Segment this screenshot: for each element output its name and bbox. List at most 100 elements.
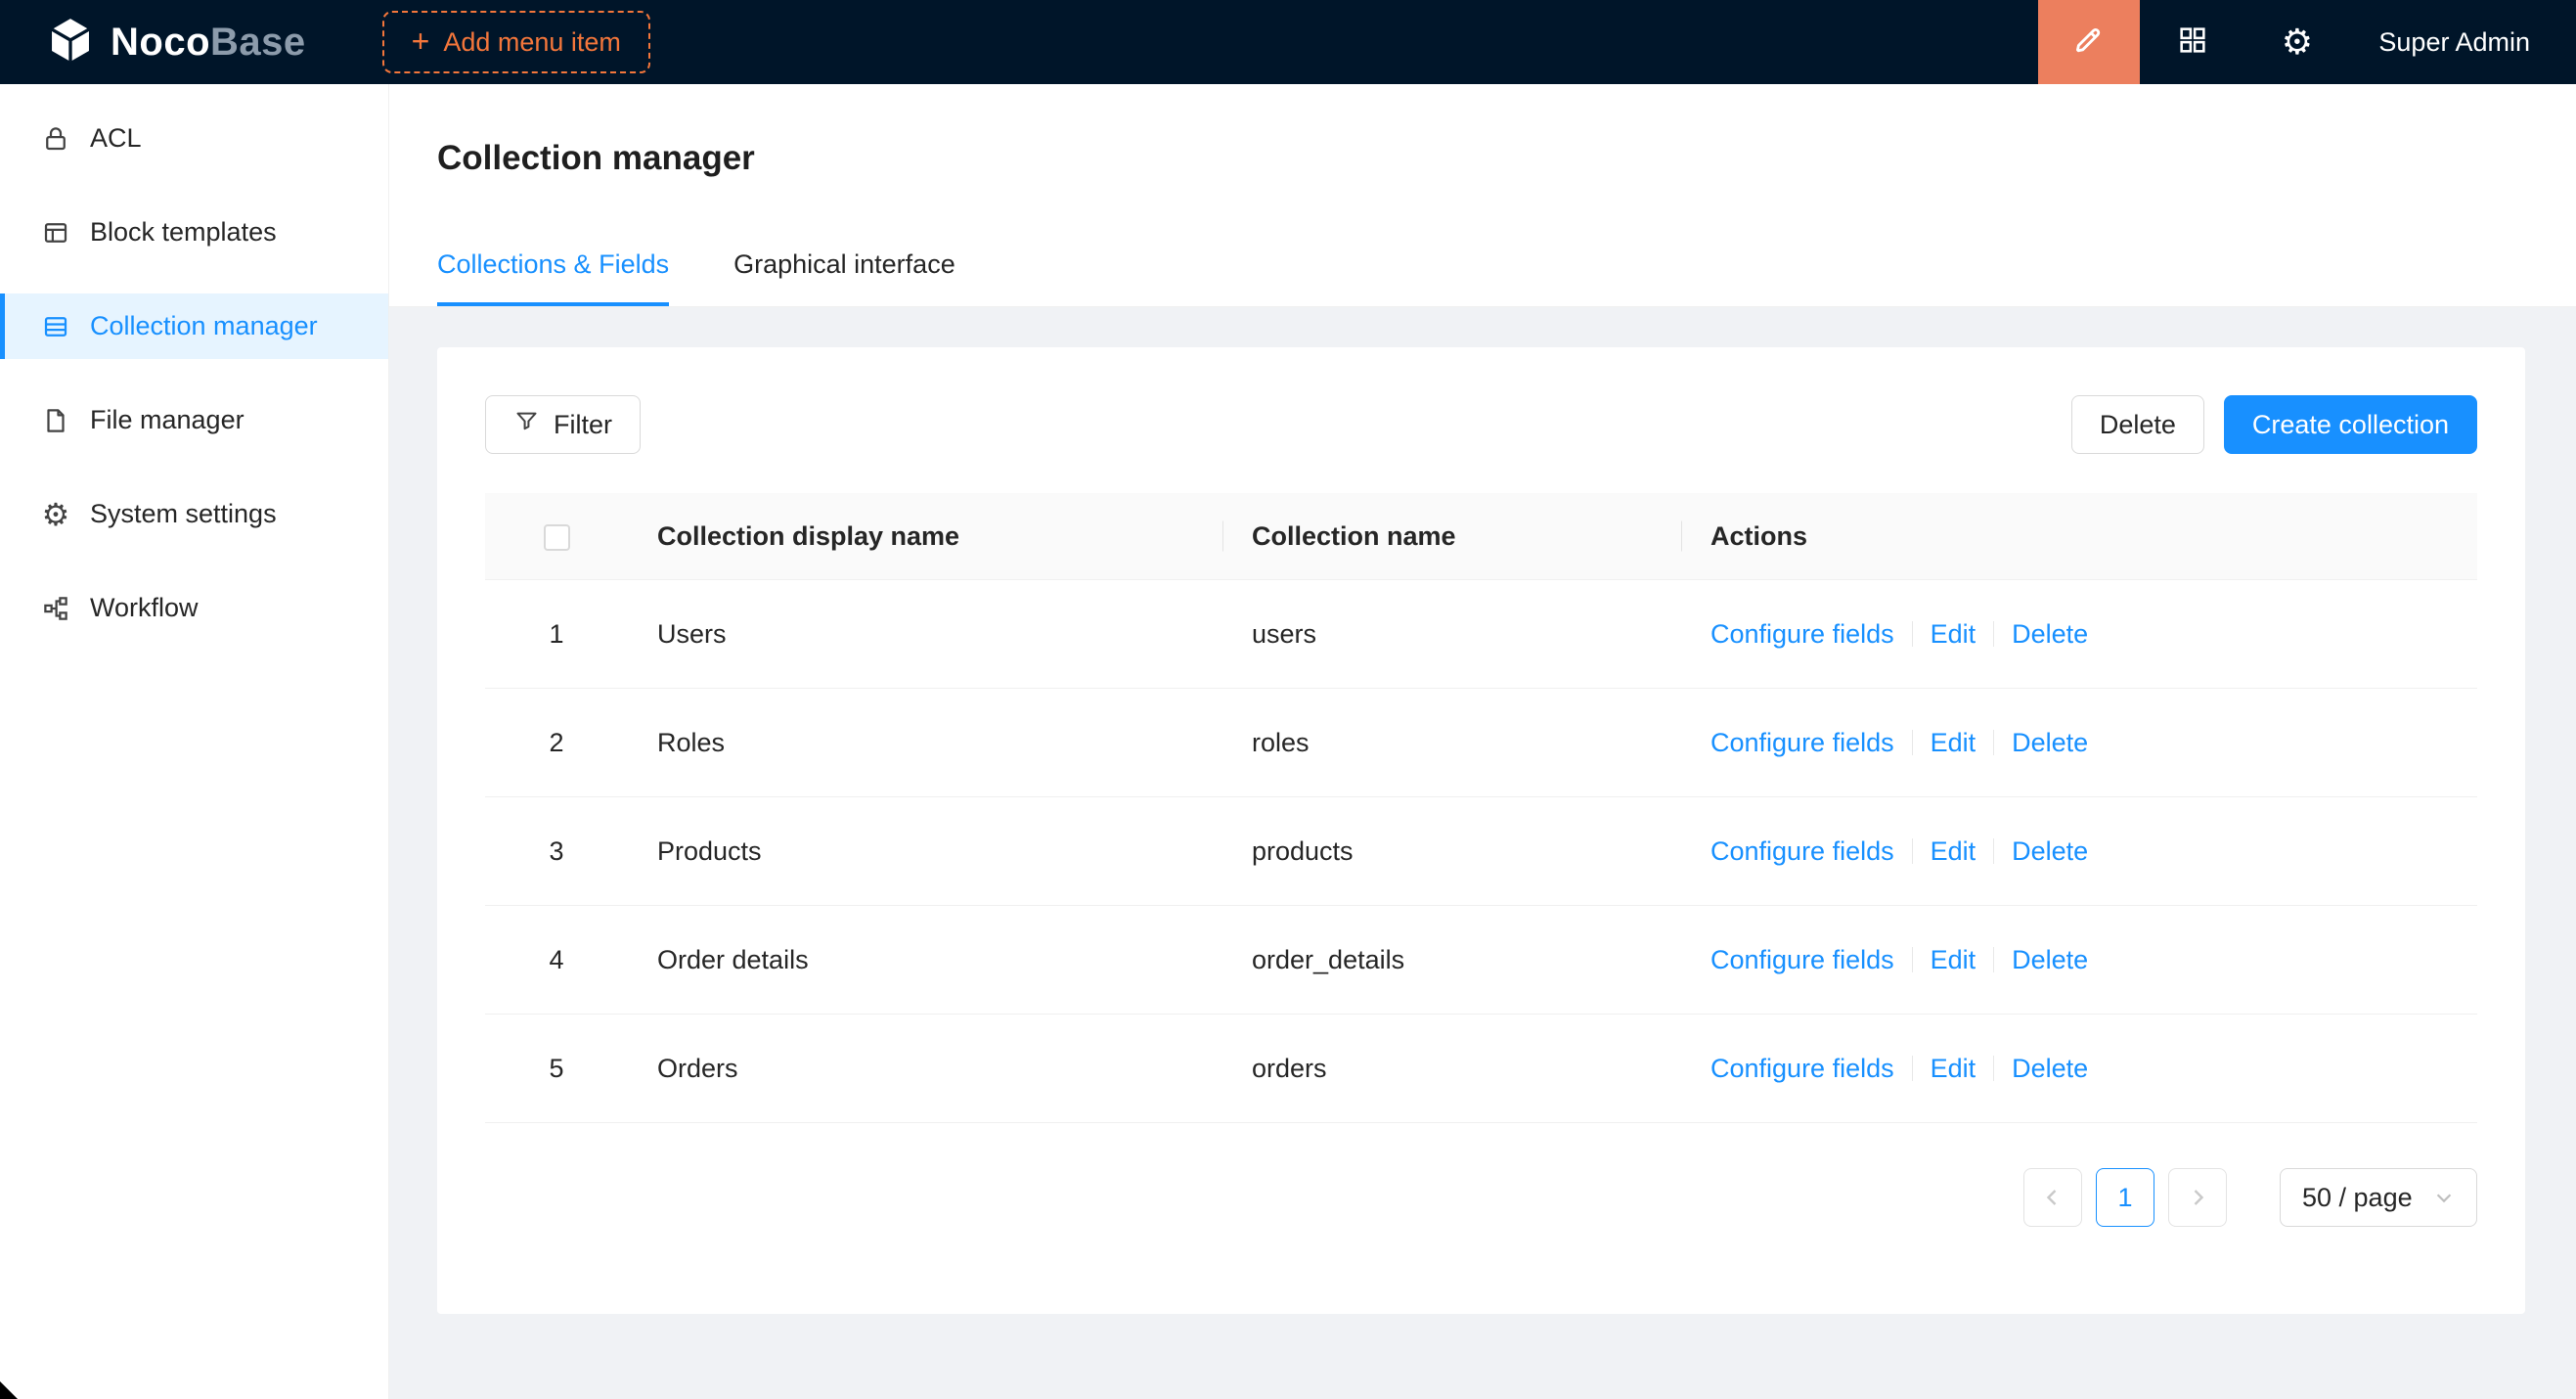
row-index: 3 [485,836,628,867]
delete-link[interactable]: Delete [2012,945,2088,975]
page-size-select[interactable]: 50 / page [2280,1168,2477,1227]
content-area: Filter Delete Create collection Collecti… [389,307,2576,1314]
sidebar-item-label: Block templates [90,217,277,248]
pagination: 1 50 / page [485,1168,2477,1227]
collections-card: Filter Delete Create collection Collecti… [437,347,2525,1314]
configure-fields-link[interactable]: Configure fields [1710,945,1894,975]
main-area: Collection manager Collections & Fields … [389,84,2576,1399]
page-size-value: 50 / page [2302,1183,2413,1213]
configure-fields-link[interactable]: Configure fields [1710,836,1894,867]
delete-link[interactable]: Delete [2012,1054,2088,1084]
gear-icon: ⚙ [2282,24,2313,60]
workflow-icon [41,594,70,623]
collection-display-name: Roles [628,728,1222,758]
divider [1993,730,1994,755]
nocobase-logo[interactable]: NocoBase [0,16,306,69]
table-row: 5 Orders orders Configure fields Edit De… [485,1015,2477,1123]
sidebar-item-workflow[interactable]: Workflow [0,575,388,641]
system-settings-button[interactable]: ⚙ [2244,0,2349,84]
divider [1993,838,1994,864]
collection-display-name: Users [628,619,1222,650]
screen-corner-artifact [0,1381,18,1399]
chevron-left-icon [2041,1186,2065,1209]
sidebar-item-label: Workflow [90,593,199,623]
sidebar-item-block-templates[interactable]: Block templates [0,200,388,265]
delete-link[interactable]: Delete [2012,836,2088,867]
filter-button-label: Filter [554,410,612,440]
sidebar-item-label: Collection manager [90,311,318,341]
table-icon [41,312,70,341]
chevron-down-icon [2433,1187,2455,1208]
app-header: NocoBase + Add menu item [0,0,2576,84]
filter-funnel-icon [513,408,540,441]
current-user-menu[interactable]: Super Admin [2378,27,2530,58]
configure-fields-link[interactable]: Configure fields [1710,1054,1894,1084]
ui-editor-button[interactable] [2038,0,2140,84]
tab-bar: Collections & Fields Graphical interface [437,248,2576,306]
delete-link[interactable]: Delete [2012,619,2088,650]
sidebar-item-file-manager[interactable]: File manager [0,387,388,453]
header-actions: Actions [1681,521,2477,552]
edit-link[interactable]: Edit [1931,945,1976,975]
row-index: 4 [485,945,628,975]
highlighter-pen-icon [2070,22,2108,64]
collection-name: orders [1222,1054,1681,1084]
divider [1912,838,1913,864]
delete-link[interactable]: Delete [2012,728,2088,758]
page-head: Collection manager Collections & Fields … [389,84,2576,307]
divider [1993,1056,1994,1081]
plus-icon: + [412,25,430,57]
create-collection-button[interactable]: Create collection [2224,395,2477,454]
sidebar-item-system-settings[interactable]: ⚙ System settings [0,481,388,547]
layout-icon [41,218,70,248]
tab-collections-and-fields[interactable]: Collections & Fields [437,248,669,306]
edit-link[interactable]: Edit [1931,619,1976,650]
edit-link[interactable]: Edit [1931,836,1976,867]
lock-icon [41,124,70,154]
header-right-cluster: ⚙ Super Admin [2038,0,2576,84]
gear-icon: ⚙ [41,500,70,529]
divider [1912,947,1913,972]
table-row: 2 Roles roles Configure fields Edit Dele… [485,689,2477,797]
page-title: Collection manager [437,138,2576,179]
sidebar-item-acl[interactable]: ACL [0,106,388,171]
tab-graphical-interface[interactable]: Graphical interface [733,248,955,306]
collection-display-name: Order details [628,945,1222,975]
row-index: 1 [485,619,628,650]
configure-fields-link[interactable]: Configure fields [1710,728,1894,758]
sidebar-item-label: ACL [90,123,142,154]
row-index: 5 [485,1054,628,1084]
table-row: 1 Users users Configure fields Edit Dele… [485,580,2477,689]
add-menu-item-button[interactable]: + Add menu item [382,11,650,73]
sidebar-item-label: System settings [90,499,277,529]
collection-display-name: Orders [628,1054,1222,1084]
delete-button[interactable]: Delete [2071,395,2204,454]
collection-display-name: Products [628,836,1222,867]
nocobase-cube-icon [46,16,95,69]
card-toolbar: Filter Delete Create collection [485,395,2477,454]
plugins-grid-button[interactable] [2140,0,2244,84]
divider [1912,730,1913,755]
pagination-page-1-button[interactable]: 1 [2096,1168,2154,1227]
header-collection-name: Collection name [1222,521,1681,552]
configure-fields-link[interactable]: Configure fields [1710,619,1894,650]
appstore-grid-icon [2176,23,2209,62]
collection-name: products [1222,836,1681,867]
pagination-next-button[interactable] [2168,1168,2227,1227]
edit-link[interactable]: Edit [1931,728,1976,758]
sidebar-item-label: File manager [90,405,244,435]
add-menu-item-label: Add menu item [443,27,621,58]
brand-text: NocoBase [111,21,306,65]
filter-button[interactable]: Filter [485,395,641,454]
row-index: 2 [485,728,628,758]
collections-table: Collection display name Collection name … [485,493,2477,1123]
table-header-row: Collection display name Collection name … [485,493,2477,580]
divider [1912,621,1913,647]
sidebar-item-collection-manager[interactable]: Collection manager [0,293,388,359]
collection-name: users [1222,619,1681,650]
edit-link[interactable]: Edit [1931,1054,1976,1084]
chevron-right-icon [2186,1186,2209,1209]
pagination-prev-button[interactable] [2023,1168,2082,1227]
collection-name: order_details [1222,945,1681,975]
select-all-checkbox[interactable] [544,524,570,551]
